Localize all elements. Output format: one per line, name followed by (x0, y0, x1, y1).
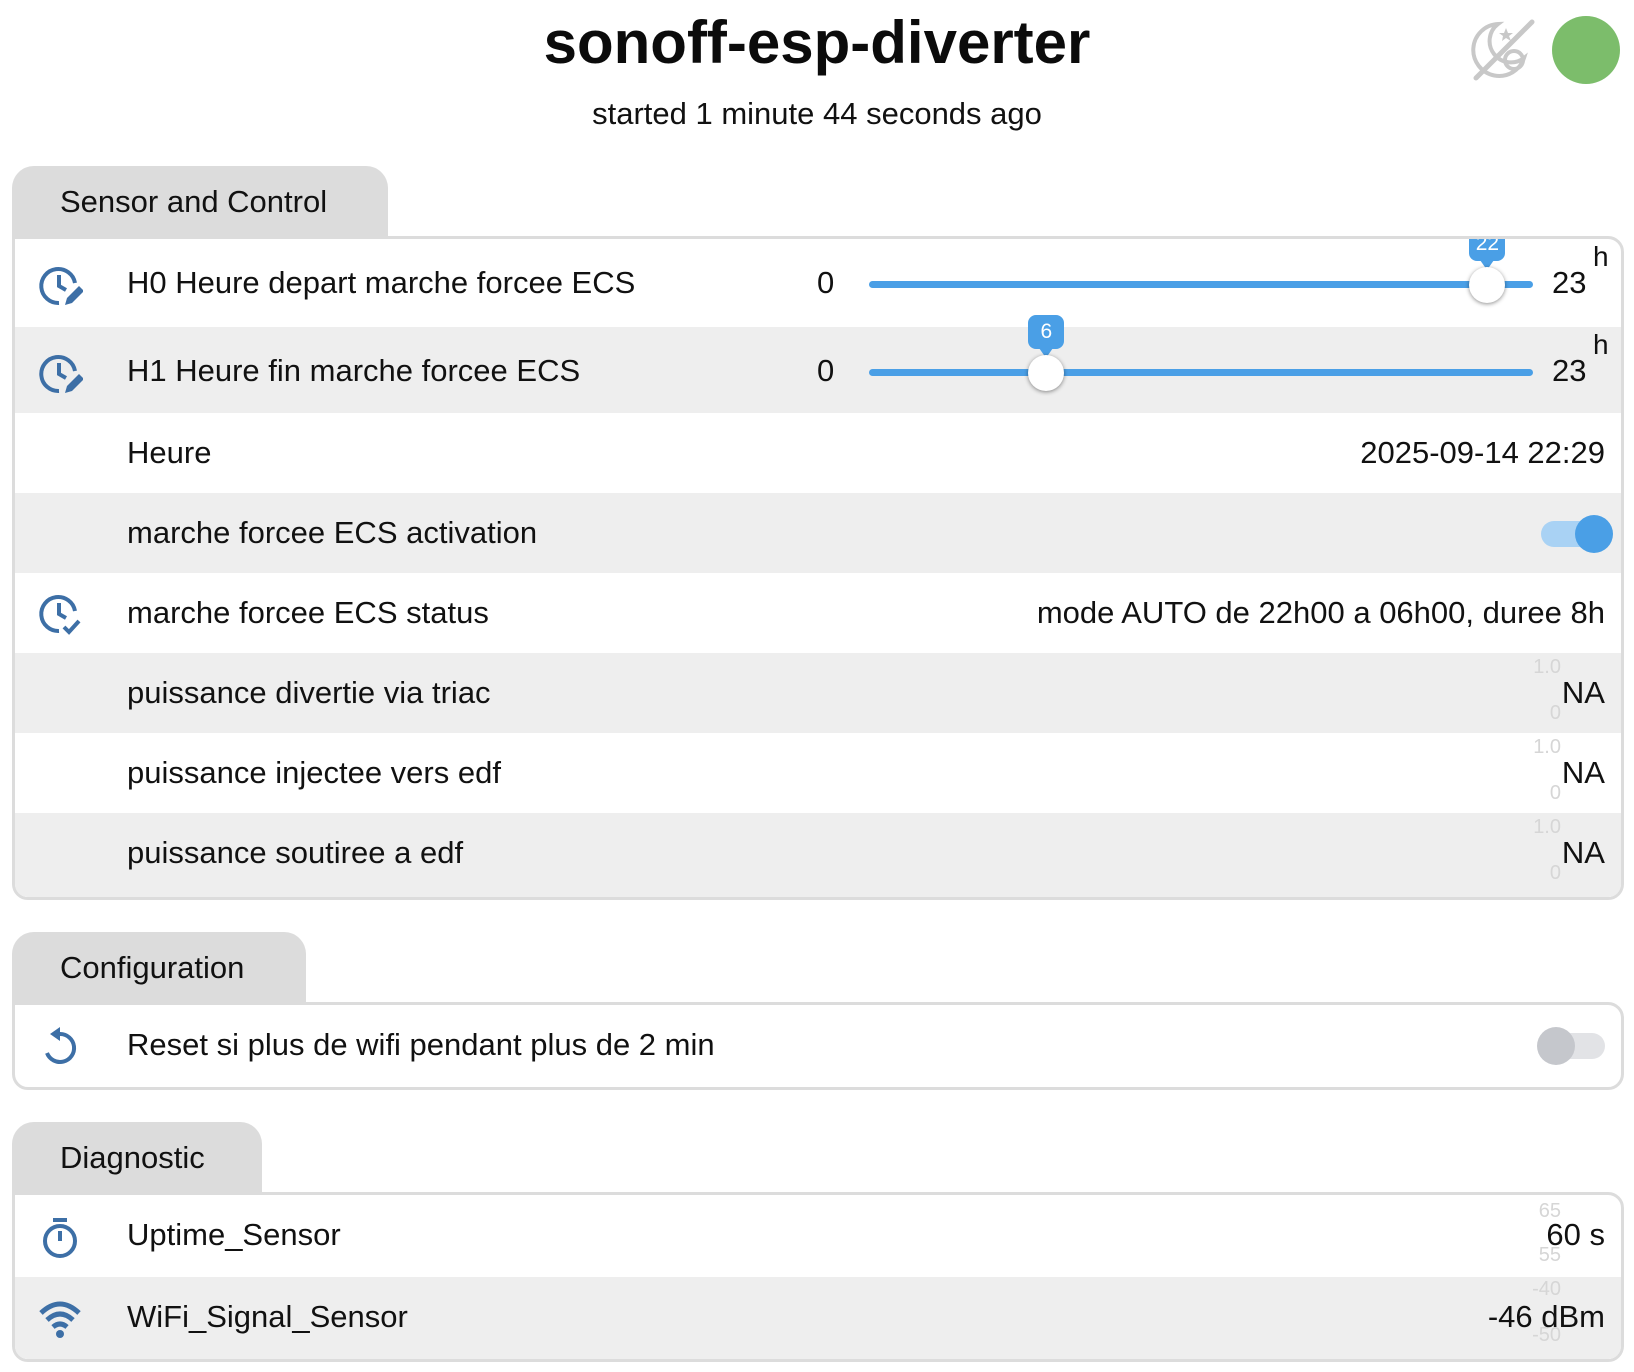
slider-row-h0: H0 Heure depart marche forcee ECS 0 22 2… (15, 239, 1621, 327)
reset-wifi-row: Reset si plus de wifi pendant plus de 2 … (15, 1005, 1621, 1087)
sparkline-min: 0 (1549, 862, 1561, 884)
clock-edit-icon (39, 267, 83, 306)
slider-value-bubble: 6 (1028, 315, 1065, 358)
section-tab-diagnostic: Diagnostic (12, 1122, 262, 1196)
sparkline-max: -40 (1532, 1278, 1561, 1300)
wifi-row: WiFi_Signal_Sensor -40 -50 -46 dBm (15, 1277, 1621, 1359)
slider-label: H1 Heure fin marche forcee ECS (127, 353, 581, 388)
slider-thumb[interactable] (1028, 355, 1065, 391)
restart-icon (45, 1027, 77, 1064)
toggle-knob (1537, 1027, 1575, 1065)
theme-auto-icon[interactable] (1468, 14, 1540, 86)
soutiree-row: puissance soutiree a edf 1.0 0 NA (15, 813, 1621, 897)
timer-icon (43, 1218, 77, 1258)
sensor-control-card: H0 Heure depart marche forcee ECS 0 22 2… (12, 236, 1624, 900)
clock-check-icon (39, 595, 81, 635)
sparkline-max: 1.0 (1533, 656, 1561, 678)
slider-max-label: 23 (1552, 265, 1587, 300)
slider-track[interactable] (869, 281, 1533, 288)
section-title: Configuration (60, 950, 245, 985)
status-value: mode AUTO de 22h00 a 06h00, duree 8h (1036, 595, 1605, 630)
section-tab-sensor-control: Sensor and Control (12, 166, 388, 240)
sparkline-max: 1.0 (1533, 736, 1561, 758)
activation-row: marche forcee ECS activation (15, 493, 1621, 573)
injectee-row: puissance injectee vers edf 1.0 0 NA (15, 733, 1621, 813)
reset-wifi-toggle[interactable] (1537, 1025, 1609, 1065)
status-label: marche forcee ECS status (127, 595, 489, 630)
injectee-value: NA (1561, 755, 1605, 790)
section-tab-configuration: Configuration (12, 932, 306, 1006)
soutiree-label: puissance soutiree a edf (127, 835, 464, 870)
section-title: Diagnostic (60, 1140, 205, 1175)
soutiree-value: NA (1561, 835, 1605, 870)
sparkline-min: 0 (1549, 782, 1561, 804)
triac-label: puissance divertie via triac (127, 675, 491, 710)
slider-unit-label: h (1593, 241, 1609, 272)
toggle-knob (1575, 515, 1613, 553)
uptime-value: 60 s (1546, 1217, 1605, 1252)
activation-toggle[interactable] (1537, 513, 1613, 553)
injectee-label: puissance injectee vers edf (127, 755, 501, 790)
wifi-icon (39, 1301, 81, 1338)
slider-label: H0 Heure depart marche forcee ECS (127, 265, 636, 300)
slider-max-label: 23 (1552, 353, 1587, 388)
connection-status-indicator (1552, 16, 1620, 84)
triac-value: NA (1561, 675, 1605, 710)
section-title: Sensor and Control (60, 184, 328, 219)
heure-value: 2025-09-14 22:29 (1360, 435, 1605, 470)
slider-unit-label: h (1593, 329, 1609, 360)
uptime-row: Uptime_Sensor 65 55 60 s (15, 1195, 1621, 1277)
uptime-subtitle: started 1 minute 44 seconds ago (592, 96, 1042, 131)
clock-edit-icon (39, 355, 83, 394)
slider-value-label: 6 (1040, 320, 1053, 343)
slider-value-bubble: 22 (1469, 236, 1506, 270)
slider-value-label: 22 (1475, 236, 1500, 255)
slider-min-label: 0 (817, 265, 835, 300)
slider-row-h1: H1 Heure fin marche forcee ECS 0 6 23 h (15, 315, 1621, 413)
uptime-label: Uptime_Sensor (127, 1217, 341, 1252)
slider-thumb[interactable] (1469, 267, 1506, 303)
page-title: sonoff-esp-diverter (543, 9, 1091, 76)
diagnostic-card: Uptime_Sensor 65 55 60 s WiFi_Signal_Sen… (12, 1192, 1624, 1362)
heure-row: Heure 2025-09-14 22:29 (15, 413, 1621, 493)
wifi-label: WiFi_Signal_Sensor (127, 1299, 408, 1334)
sparkline-max: 1.0 (1533, 816, 1561, 838)
configuration-card: Reset si plus de wifi pendant plus de 2 … (12, 1002, 1624, 1090)
slider-track[interactable] (869, 369, 1533, 376)
slider-min-label: 0 (817, 353, 835, 388)
reset-wifi-label: Reset si plus de wifi pendant plus de 2 … (127, 1027, 715, 1062)
wifi-value: -46 dBm (1487, 1299, 1605, 1334)
triac-row: puissance divertie via triac 1.0 0 NA (15, 653, 1621, 733)
heure-label: Heure (127, 435, 212, 470)
activation-label: marche forcee ECS activation (127, 515, 538, 550)
status-row: marche forcee ECS status mode AUTO de 22… (15, 573, 1621, 653)
sparkline-min: 0 (1549, 702, 1561, 724)
